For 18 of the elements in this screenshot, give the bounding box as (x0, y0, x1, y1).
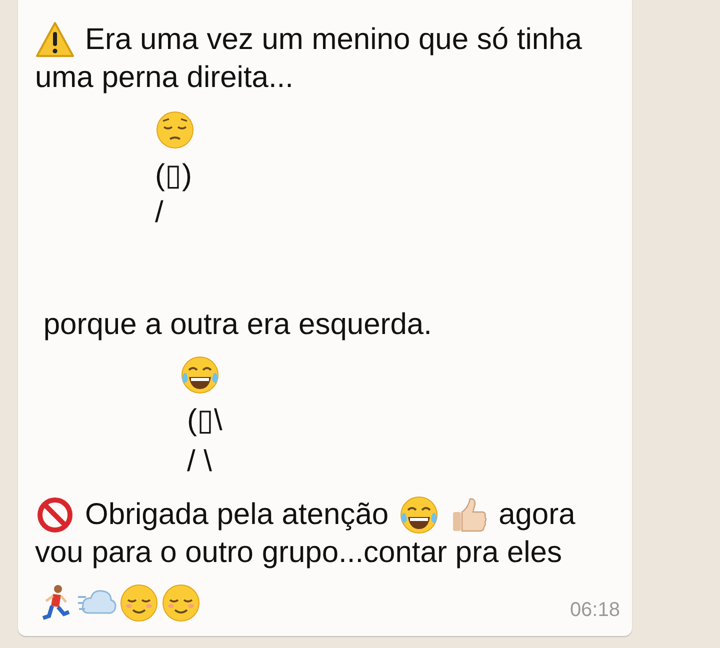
message-text: (▯\ (187, 403, 222, 438)
message-text: / (155, 196, 164, 230)
relieved-face-icon (119, 583, 159, 623)
prohibited-icon (35, 495, 75, 535)
message-text: agora (498, 498, 576, 532)
message-text: Era uma vez um menino que só tinha (85, 23, 582, 57)
message-text: Obrigada pela atenção (85, 498, 389, 532)
relieved-face-icon (161, 583, 201, 623)
warning-icon (35, 20, 75, 60)
message-text: (▯) (155, 158, 192, 193)
message-text: porque a outra era esquerda. (42, 308, 432, 342)
message-time: 06:18 (570, 599, 620, 622)
laughing-tears-face-icon (398, 495, 439, 535)
message-text: uma perna direita... (35, 61, 294, 95)
message-text: / \ (187, 445, 212, 479)
laughing-tears-face-icon (180, 355, 220, 395)
pensive-face-icon (155, 110, 195, 150)
message-text: vou para o outro grupo...contar pra eles (35, 536, 562, 570)
